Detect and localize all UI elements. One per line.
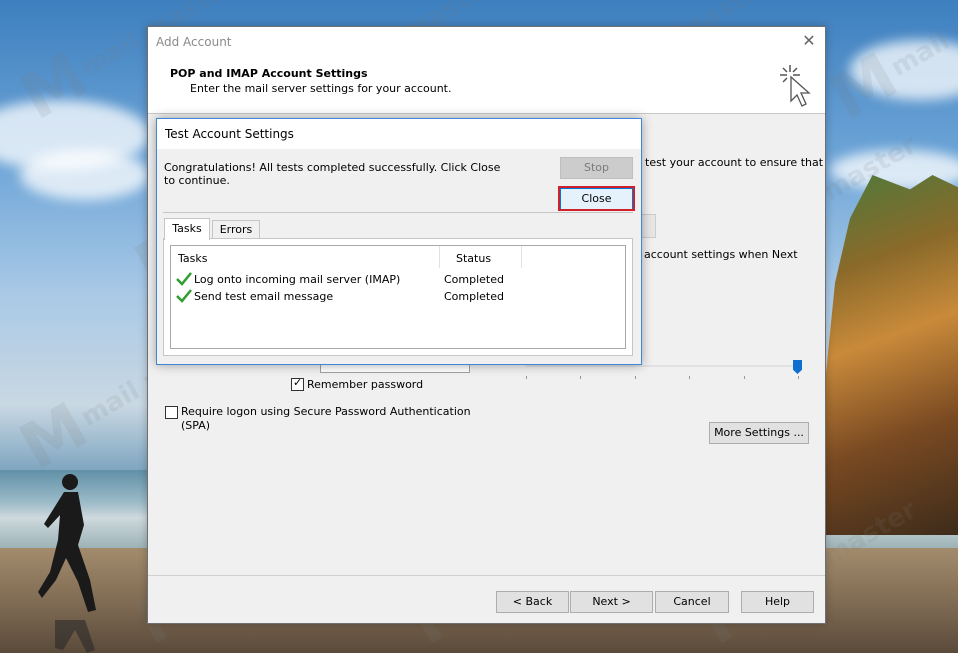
slider-tick — [689, 376, 690, 379]
column-divider — [439, 246, 440, 268]
test-settings-button-partial[interactable] — [640, 214, 656, 238]
cliff — [820, 175, 958, 535]
runner-silhouette — [38, 474, 96, 612]
green-check-icon — [176, 272, 192, 286]
footer-separator — [148, 575, 825, 576]
test-dialog-separator — [163, 212, 633, 213]
task-label: Send test email message — [194, 290, 334, 303]
close-icon[interactable]: ✕ — [801, 33, 817, 49]
back-button[interactable]: < Back — [496, 591, 569, 613]
column-divider — [521, 246, 522, 268]
slider-tick — [744, 376, 745, 379]
task-label: Log onto incoming mail server (IMAP) — [194, 273, 401, 286]
background-text: account settings when Next — [644, 248, 798, 261]
header-subtitle: Enter the mail server settings for your … — [190, 82, 452, 95]
spa-label: Require logon using Secure Password Auth… — [181, 405, 471, 418]
task-status: Completed — [444, 290, 504, 303]
test-dialog-title: Test Account Settings — [165, 127, 294, 141]
tab-tasks[interactable]: Tasks — [164, 218, 210, 240]
test-account-settings-dialog: Test Account Settings Congratulations! A… — [156, 118, 642, 365]
slider-track[interactable] — [526, 365, 798, 367]
next-button[interactable]: Next > — [570, 591, 653, 613]
runner-reflection — [55, 620, 95, 653]
stop-button[interactable]: Stop — [560, 157, 633, 179]
spa-checkbox[interactable] — [165, 406, 178, 419]
slider-tick — [798, 376, 799, 379]
tasks-list[interactable]: Tasks Status Log onto incoming mail serv… — [170, 245, 626, 349]
task-status: Completed — [444, 273, 504, 286]
help-button[interactable]: Help — [741, 591, 814, 613]
remember-password-label: Remember password — [307, 378, 424, 391]
tasks-panel: Tasks Status Log onto incoming mail serv… — [163, 238, 633, 356]
slider-tick — [580, 376, 581, 379]
test-dialog-titlebar: Test Account Settings — [157, 119, 641, 149]
column-header-status: Status — [456, 252, 492, 265]
tab-errors[interactable]: Errors — [212, 220, 260, 239]
close-button-highlight — [558, 186, 635, 211]
dialog-header: POP and IMAP Account Settings Enter the … — [148, 57, 825, 114]
checkmark-icon: ✓ — [293, 376, 303, 389]
cursor-click-icon — [780, 65, 811, 107]
spa-label-line2: (SPA) — [181, 419, 211, 432]
background-text: test your account to ensure that — [645, 156, 824, 169]
slider-thumb[interactable] — [793, 360, 802, 374]
dialog-titlebar: Add Account ✕ — [148, 27, 825, 57]
green-check-icon — [176, 289, 192, 303]
success-message: Congratulations! All tests completed suc… — [164, 161, 501, 187]
slider-tick — [526, 376, 527, 379]
dialog-title: Add Account — [156, 35, 232, 49]
cloud — [850, 40, 958, 100]
more-settings-button[interactable]: More Settings ... — [709, 422, 809, 444]
cloud — [20, 150, 150, 200]
remember-password-checkbox[interactable]: ✓ — [291, 376, 304, 391]
column-header-tasks: Tasks — [178, 252, 208, 265]
cancel-button[interactable]: Cancel — [655, 591, 729, 613]
header-title: POP and IMAP Account Settings — [170, 67, 368, 80]
slider-tick — [635, 376, 636, 379]
